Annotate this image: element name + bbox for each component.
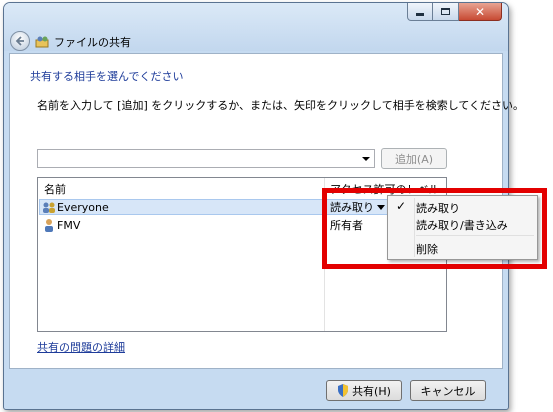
- cancel-button[interactable]: キャンセル: [410, 380, 486, 401]
- share-button[interactable]: 共有(H): [326, 380, 402, 401]
- dialog-instruction: 名前を入力して [追加] をクリックするか、または、矢印をクリックして相手を検索…: [37, 99, 525, 112]
- list-row-name: FMV: [57, 218, 81, 232]
- dialog-heading: 共有する相手を選んでください: [30, 70, 184, 83]
- users-group-icon: [43, 202, 55, 213]
- column-header-name[interactable]: 名前: [44, 181, 66, 197]
- chevron-down-icon[interactable]: [362, 157, 370, 161]
- back-arrow-icon: [15, 36, 24, 46]
- minimize-icon: [416, 13, 424, 16]
- back-button[interactable]: [10, 31, 30, 51]
- maximize-button[interactable]: [433, 3, 459, 21]
- uac-shield-icon: [338, 384, 349, 397]
- sharing-users-icon: [35, 36, 49, 48]
- name-combobox[interactable]: [37, 149, 375, 168]
- user-icon: [45, 219, 53, 232]
- title-bar: ✕ ファイルの共有: [4, 3, 508, 51]
- red-highlight-frame: [322, 188, 547, 269]
- close-icon: ✕: [474, 4, 486, 19]
- maximize-icon: [441, 8, 450, 15]
- share-button-label: 共有(H): [352, 384, 391, 398]
- name-input[interactable]: [38, 150, 358, 167]
- window-title: ファイルの共有: [54, 36, 131, 49]
- add-button[interactable]: 追加(A): [381, 148, 447, 169]
- close-button[interactable]: ✕: [459, 3, 502, 21]
- sharing-problems-link[interactable]: 共有の問題の詳細: [37, 339, 125, 355]
- list-row-name: Everyone: [57, 200, 109, 214]
- caption-buttons: ✕: [407, 3, 502, 21]
- minimize-button[interactable]: [407, 3, 433, 21]
